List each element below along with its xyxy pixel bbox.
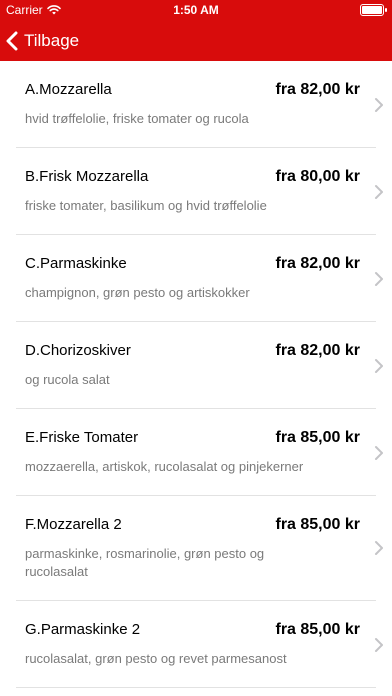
item-description: rucolasalat, grøn pesto og revet parmesa… — [25, 651, 287, 666]
menu-item[interactable]: E.Friske Tomater fra 85,00 kr mozzaerell… — [16, 409, 383, 496]
back-button[interactable]: Tilbage — [6, 26, 79, 56]
item-title: A.Mozzarella — [25, 81, 112, 98]
menu-item[interactable]: B.Frisk Mozzarella fra 80,00 kr friske t… — [16, 148, 383, 235]
item-title: D.Chorizoskiver — [25, 342, 131, 359]
item-description: mozzaerella, artiskok, rucolasalat og pi… — [25, 459, 304, 474]
top-bar: Carrier 1:50 AM Tilbage — [0, 0, 392, 61]
menu-item[interactable]: A.Mozzarella fra 82,00 kr hvid trøffelol… — [16, 61, 383, 148]
item-title: F.Mozzarella 2 — [25, 516, 122, 533]
chevron-right-icon — [375, 359, 383, 373]
item-title: B.Frisk Mozzarella — [25, 168, 149, 185]
item-title: C.Parmaskinke — [25, 255, 127, 272]
chevron-right-icon — [375, 272, 383, 286]
item-price: fra 85,00 kr — [275, 516, 360, 533]
chevron-right-icon — [375, 98, 383, 112]
item-price: fra 80,00 kr — [275, 168, 360, 185]
chevron-right-icon — [375, 446, 383, 460]
item-price: fra 82,00 kr — [275, 81, 360, 98]
status-bar: Carrier 1:50 AM — [0, 0, 392, 20]
item-title: E.Friske Tomater — [25, 429, 139, 446]
chevron-left-icon — [6, 31, 18, 51]
item-price: fra 82,00 kr — [275, 255, 360, 272]
item-description: parmaskinke, rosmarinolie, grøn pesto og… — [25, 546, 265, 579]
item-price: fra 82,00 kr — [275, 342, 360, 359]
item-description: friske tomater, basilikum og hvid trøffe… — [25, 198, 267, 213]
item-price: fra 85,00 kr — [275, 621, 360, 638]
menu-item[interactable]: C.Parmaskinke fra 82,00 kr champignon, g… — [16, 235, 383, 322]
chevron-right-icon — [375, 541, 383, 555]
item-title: G.Parmaskinke 2 — [25, 621, 141, 638]
item-description: champignon, grøn pesto og artiskokker — [25, 285, 250, 300]
navigation-bar: Tilbage — [0, 22, 392, 60]
item-price: fra 85,00 kr — [275, 429, 360, 446]
chevron-right-icon — [375, 185, 383, 199]
battery-icon — [360, 4, 387, 16]
menu-item[interactable]: D.Chorizoskiver fra 82,00 kr og rucola s… — [16, 322, 383, 409]
chevron-right-icon — [375, 638, 383, 652]
menu-item[interactable]: F.Mozzarella 2 fra 85,00 kr parmaskinke,… — [16, 496, 383, 601]
menu-list: A.Mozzarella fra 82,00 kr hvid trøffelol… — [0, 61, 392, 688]
back-label: Tilbage — [24, 31, 80, 50]
status-time: 1:50 AM — [173, 3, 219, 17]
menu-item[interactable]: G.Parmaskinke 2 fra 85,00 kr rucolasalat… — [16, 601, 383, 688]
item-description: og rucola salat — [25, 372, 110, 387]
item-description: hvid trøffelolie, friske tomater og ruco… — [25, 111, 249, 126]
